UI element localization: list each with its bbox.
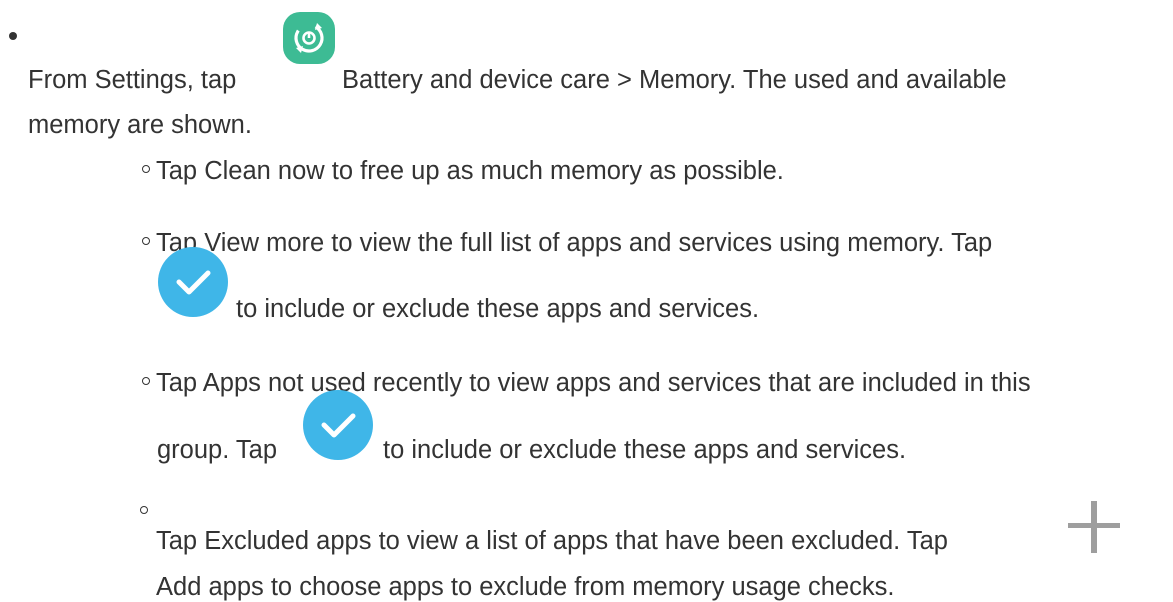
page: { "step": { "before_icon": "From Setting… xyxy=(0,0,1173,601)
sub-item-4-line1: Tap Excluded apps to view a list of apps… xyxy=(156,527,948,555)
checkmark-circle-icon xyxy=(303,390,373,460)
sub-item-3-line2-after: to include or exclude these apps and ser… xyxy=(383,436,907,464)
sub-bullet xyxy=(140,506,148,514)
device-care-icon xyxy=(283,12,335,64)
plus-icon xyxy=(1068,501,1120,553)
sub-item-2-line2: to include or exclude these apps and ser… xyxy=(236,295,760,323)
sub-item-3-line2-before: group. Tap xyxy=(157,436,278,464)
sub-item-2-line1: Tap View more to view the full list of a… xyxy=(156,229,993,257)
step-text-line2: memory are shown. xyxy=(28,111,252,139)
sub-bullet xyxy=(142,377,150,385)
sub-item-1-text: Tap Clean now to free up as much memory … xyxy=(156,157,784,185)
sub-bullet xyxy=(142,237,150,245)
sub-bullet xyxy=(142,165,150,173)
sub-item-3-line1: Tap Apps not used recently to view apps … xyxy=(156,369,1031,397)
checkmark-circle-icon xyxy=(158,247,228,317)
list-bullet xyxy=(9,32,17,40)
step-text-before-icon: From Settings, tap xyxy=(28,66,237,94)
step-text-after-icon: Battery and device care > Memory. The us… xyxy=(342,66,1007,94)
sub-item-4-line2: Add apps to choose apps to exclude from … xyxy=(156,573,895,601)
